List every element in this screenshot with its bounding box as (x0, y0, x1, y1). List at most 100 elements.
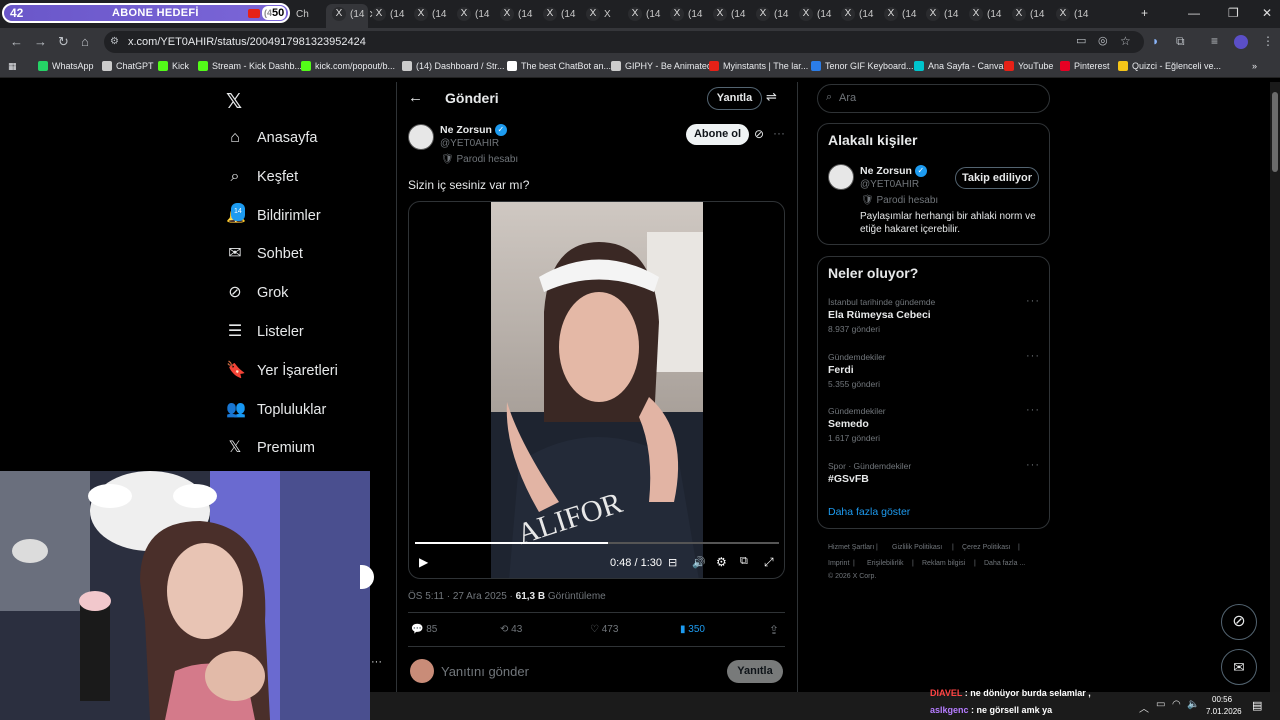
trend-category[interactable]: Gündemdekiler (828, 352, 886, 362)
star-icon[interactable]: ☆ (1120, 34, 1131, 48)
scrollbar-thumb[interactable] (1272, 92, 1278, 172)
home-browser-icon[interactable]: ⌂ (81, 34, 89, 49)
minimize-icon[interactable]: — (1188, 6, 1200, 20)
messages-fab-icon[interactable]: ✉ (1221, 649, 1257, 685)
video-player[interactable]: ALIFOR ▶ 0:48 / 1:30 ⊟ 🔊 ⚙ ⧉ ⤢ (408, 201, 785, 579)
trend-count[interactable]: 1.617 gönderi (828, 433, 880, 443)
trend-name[interactable]: Ela Rümeysa Cebeci (828, 309, 931, 321)
browser-tab[interactable]: XX (586, 5, 611, 23)
trend-count[interactable]: 8.937 gönderi (828, 324, 880, 334)
show-more-link[interactable]: Daha fazla göster (828, 506, 910, 518)
sidebar-item-x-logo[interactable]: 𝕏 Premium (226, 436, 315, 460)
trend-category[interactable]: Spor · Gündemdekiler (828, 461, 911, 471)
sidebar-item-mail[interactable]: ✉ Sohbet (226, 242, 303, 266)
back-icon[interactable]: ← (10, 34, 23, 49)
footer-link[interactable]: Erişilebilirlik (867, 560, 904, 567)
browser-tab[interactable]: X (14 (713, 5, 745, 23)
menu-icon[interactable]: ⋮ (1262, 34, 1274, 48)
browser-tab[interactable]: X (14 (457, 5, 489, 23)
bookmark-item[interactable]: (14) Dashboard / Str... (402, 61, 505, 71)
browser-tab[interactable]: X (14 (756, 5, 788, 23)
share-icon[interactable]: ⇪ (769, 623, 779, 637)
bookmark-item[interactable]: GIPHY - Be Animated (611, 61, 712, 71)
author-handle[interactable]: @YET0AHIR (440, 138, 499, 149)
browser-tab[interactable]: X (14 (926, 5, 958, 23)
tray-chevron-icon[interactable]: ︿ (1139, 700, 1149, 715)
bookmark-item[interactable]: Ana Sayfa - Canva (914, 61, 1004, 71)
author-name-row[interactable]: Ne Zorsun ✓ (440, 124, 507, 137)
bookmark-item[interactable]: ChatGPT (102, 61, 154, 71)
collapsed-panel-handle[interactable] (360, 565, 374, 589)
sidebar-item-list[interactable]: ☰ Listeler (226, 320, 304, 344)
save-icon[interactable]: ◎ (1098, 34, 1108, 47)
reply-count[interactable]: 💬 85 (411, 624, 437, 635)
reply-submit-button[interactable]: Yanıtla (727, 660, 783, 683)
bookmark-item[interactable]: WhatsApp (38, 61, 94, 71)
bookmarks-overflow-icon[interactable]: » (1252, 61, 1257, 71)
extensions-icon[interactable]: ⧉ (1176, 34, 1185, 49)
notification-icon[interactable]: ▤ (1252, 699, 1262, 712)
bookmark-item[interactable]: The best ChatBot an... (507, 61, 611, 71)
relevant-name-row[interactable]: Ne Zorsun ✓ (860, 165, 927, 178)
trend-more-icon[interactable]: ··· (1026, 459, 1040, 471)
footer-link[interactable]: Hizmet Şartları (828, 544, 874, 551)
follow-button[interactable]: Abone ol (686, 124, 749, 145)
bookmark-item[interactable]: Myinstants | The lar... (709, 61, 808, 71)
footer-link[interactable]: © 2026 X Corp. (828, 573, 876, 580)
close-window-icon[interactable]: ✕ (1262, 6, 1272, 20)
grok-explain-icon[interactable]: ⊘ (754, 127, 764, 141)
forward-icon[interactable]: → (34, 34, 47, 49)
fullscreen-icon[interactable]: ⤢ (764, 555, 774, 570)
browser-tab[interactable]: X (14 (414, 5, 446, 23)
trend-name[interactable]: #GSvFB (828, 473, 869, 485)
browser-tab[interactable]: Ch (296, 5, 309, 23)
grok-fab-icon[interactable]: ⊘ (1221, 604, 1257, 640)
scrollbar[interactable] (1270, 82, 1280, 692)
bookmark-item[interactable]: Stream - Kick Dashb... (198, 61, 302, 71)
media-icon[interactable]: ≡ (1211, 34, 1218, 48)
site-info-icon[interactable]: ⚙ (110, 36, 119, 47)
x-logo-icon[interactable]: 𝕏 (226, 89, 242, 114)
footer-link[interactable]: Imprint (828, 560, 849, 567)
restore-icon[interactable]: ❐ (1228, 6, 1239, 20)
trend-name[interactable]: Semedo (828, 418, 869, 430)
bookmark-item[interactable]: Pinterest (1060, 61, 1110, 71)
play-icon[interactable]: ▶ (419, 555, 428, 569)
sidebar-item-search[interactable]: ⌕ Keşfet (226, 165, 299, 189)
extension-icon[interactable]: ◗ (1152, 34, 1159, 48)
browser-tab[interactable]: X (14 (841, 5, 873, 23)
browser-tab[interactable]: X (14 (969, 5, 1001, 23)
bookmark-item[interactable]: Quizci - Eğlenceli ve... (1118, 61, 1221, 71)
sidebar-item-grok[interactable]: ⊘ Grok (226, 281, 288, 305)
bookmark-item[interactable]: Kick (158, 61, 189, 71)
trend-count[interactable]: 5.355 gönderi (828, 379, 880, 389)
footer-link[interactable]: Daha fazla ... (984, 560, 1025, 567)
sidebar-item-bell[interactable]: 🔔14 Bildirimler (226, 202, 321, 228)
back-arrow-icon[interactable]: ← (408, 89, 423, 106)
wifi-icon[interactable]: ◠ (1172, 699, 1181, 710)
captions-icon[interactable]: ⊟ (668, 556, 677, 569)
browser-tab[interactable]: X (14 (372, 5, 404, 23)
browser-tab[interactable]: X (14 (799, 5, 831, 23)
apps-icon[interactable]: ▦ (8, 61, 17, 72)
trend-category[interactable]: İstanbul tarihinde gündemde (828, 297, 935, 307)
bookmark-item[interactable]: kick.com/popout/b... (301, 61, 395, 71)
reply-header-button[interactable]: Yanıtla (707, 87, 762, 110)
repost-count[interactable]: ⟲ 43 (500, 624, 522, 635)
settings-icon[interactable]: ⚙ (716, 555, 727, 569)
more-icon[interactable]: ··· (773, 126, 785, 140)
footer-link[interactable]: Reklam bilgisi (922, 560, 965, 567)
browser-tab[interactable]: X (14 (500, 5, 532, 23)
filter-icon[interactable]: ⇌ (766, 89, 777, 105)
trend-more-icon[interactable]: ··· (1026, 350, 1040, 362)
footer-link[interactable]: Gizlilik Politikası (892, 544, 942, 551)
browser-tab[interactable]: X(14✕ (332, 5, 378, 23)
cast-icon[interactable]: ▭ (1076, 34, 1086, 47)
trend-more-icon[interactable]: ··· (1026, 404, 1040, 416)
browser-tab[interactable]: X (14 (543, 5, 575, 23)
browser-tab[interactable]: X (14 (670, 5, 702, 23)
browser-tab[interactable]: X (14 (1012, 5, 1044, 23)
trend-category[interactable]: Gündemdekiler (828, 406, 886, 416)
reload-icon[interactable]: ↻ (58, 34, 69, 50)
browser-tab[interactable]: X (14 (1056, 5, 1088, 23)
